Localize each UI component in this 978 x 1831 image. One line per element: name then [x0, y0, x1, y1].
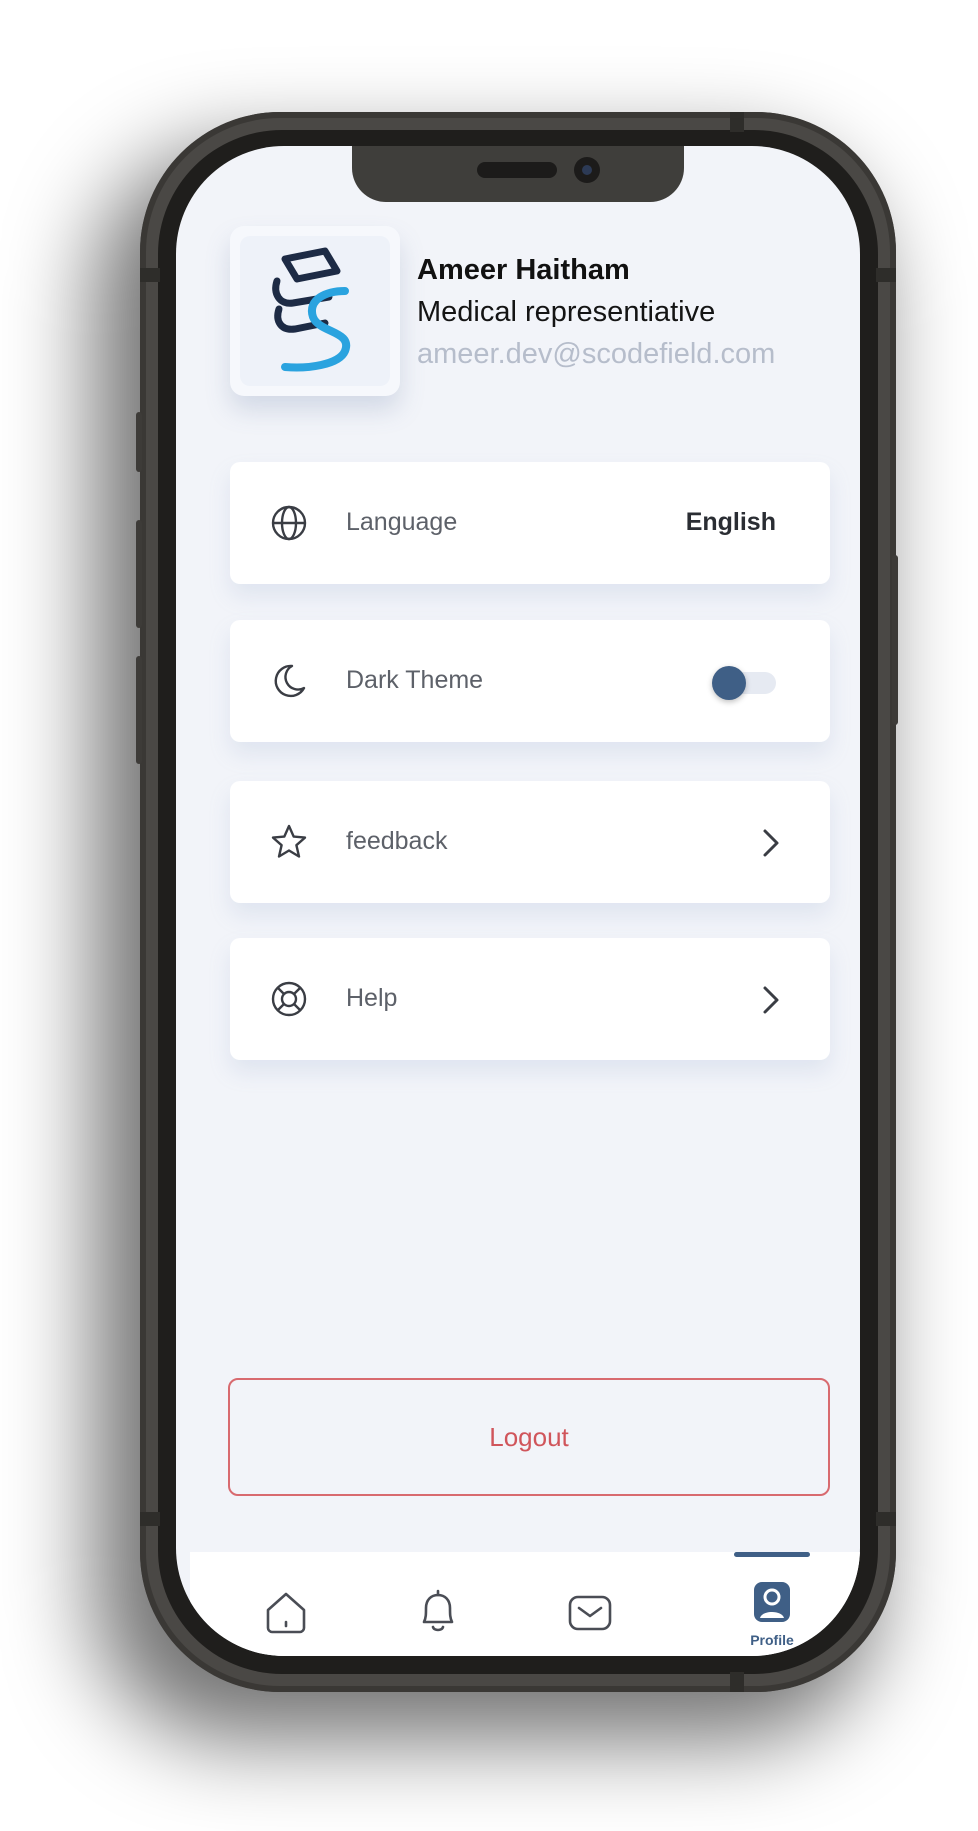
volume-down-button: [136, 656, 142, 764]
mail-icon: [568, 1595, 612, 1631]
speaker-grille: [477, 162, 557, 178]
power-button: [892, 555, 898, 725]
help-setting[interactable]: Help: [230, 938, 830, 1060]
tab-home[interactable]: [260, 1586, 312, 1638]
help-label: Help: [346, 984, 398, 1012]
volume-up-button: [136, 520, 142, 628]
dark-theme-toggle[interactable]: [712, 666, 776, 700]
language-label: Language: [346, 508, 458, 536]
antenna-band: [730, 1672, 744, 1692]
lifebuoy-icon: [271, 981, 307, 1017]
bell-icon: [422, 1589, 454, 1632]
user-email: ameer.dev@scodefield.com: [417, 338, 776, 370]
moon-icon: [274, 664, 306, 698]
language-value[interactable]: English: [686, 508, 776, 537]
app-screen: Ameer Haitham Medical representiative am…: [176, 146, 860, 1656]
user-role: Medical representiative: [417, 296, 716, 328]
antenna-band: [140, 1512, 160, 1526]
user-name: Ameer Haitham: [417, 254, 630, 286]
bottom-tab-bar: Profile: [190, 1552, 860, 1656]
star-icon: [271, 824, 307, 858]
feedback-setting[interactable]: feedback: [230, 781, 830, 903]
feedback-label: feedback: [346, 827, 448, 855]
tab-profile-label: Profile: [750, 1632, 794, 1648]
front-camera: [574, 157, 600, 183]
globe-icon: [271, 505, 307, 541]
dark-theme-setting: Dark Theme: [230, 620, 830, 742]
chevron-right-icon: [763, 829, 779, 857]
language-setting[interactable]: Language English: [230, 462, 830, 584]
antenna-band: [876, 268, 896, 282]
company-logo: [240, 236, 390, 386]
avatar[interactable]: [230, 226, 400, 396]
notch: [352, 146, 684, 202]
logout-button[interactable]: Logout: [228, 1378, 830, 1496]
antenna-band: [876, 1512, 896, 1526]
profile-icon: [754, 1582, 790, 1622]
toggle-thumb: [712, 666, 746, 700]
chevron-right-icon: [763, 986, 779, 1014]
tab-notifications[interactable]: [412, 1586, 464, 1638]
mute-switch: [136, 412, 142, 472]
antenna-band: [730, 112, 744, 132]
dark-theme-label: Dark Theme: [346, 666, 484, 694]
tab-profile[interactable]: [746, 1578, 798, 1630]
logo-icon: [272, 247, 351, 372]
tab-messages[interactable]: [564, 1586, 616, 1638]
antenna-band: [140, 268, 160, 282]
home-icon: [266, 1592, 306, 1634]
active-tab-indicator: [734, 1552, 810, 1557]
